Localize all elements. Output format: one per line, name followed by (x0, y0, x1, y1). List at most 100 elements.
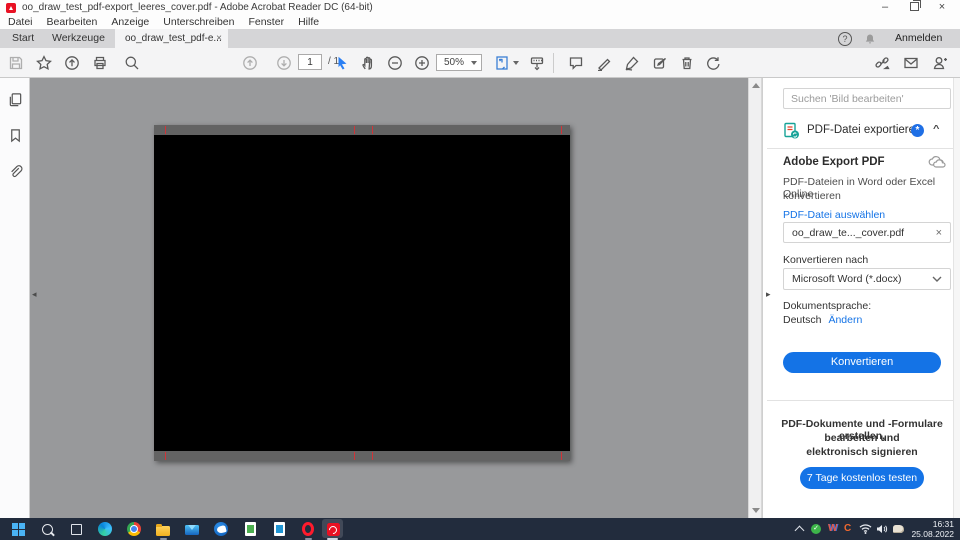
panel-scrollbar[interactable] (953, 78, 960, 518)
convert-button[interactable]: Konvertieren (783, 352, 941, 373)
menu-bearbeiten[interactable]: Bearbeiten (47, 16, 98, 28)
tray-c-app-icon[interactable]: C (844, 523, 851, 534)
edge-icon[interactable] (97, 521, 113, 537)
format-select[interactable]: Microsoft Word (*.docx) (783, 268, 951, 290)
windows-taskbar: ✓ W C 16:31 25.08.2022 (0, 518, 960, 540)
menu-hilfe[interactable]: Hilfe (298, 16, 319, 28)
zoom-in-icon[interactable] (412, 53, 432, 73)
help-icon[interactable]: ? (838, 32, 852, 46)
email-icon[interactable] (901, 53, 921, 73)
acrobat-taskbar-icon[interactable] (325, 521, 341, 537)
tab-werkzeuge[interactable]: Werkzeuge (52, 29, 105, 48)
acrobat-app-icon (6, 3, 16, 13)
scrolling-mode-icon[interactable] (527, 53, 547, 73)
page-top-margin (154, 125, 570, 135)
window-title: oo_draw_test_pdf-export_leeres_cover.pdf… (22, 2, 373, 13)
hand-tool-icon[interactable] (358, 53, 378, 73)
crop-mark (354, 452, 355, 460)
tray-expand-icon[interactable] (795, 526, 805, 536)
collapse-left-pane-icon[interactable]: ◂ (32, 290, 37, 299)
zoom-out-icon[interactable] (385, 53, 405, 73)
wifi-icon[interactable] (859, 524, 872, 537)
volume-icon[interactable] (876, 524, 888, 537)
rotate-pages-icon[interactable] (703, 53, 723, 73)
format-select-value: Microsoft Word (*.docx) (792, 273, 932, 285)
crop-mark (165, 126, 166, 134)
taskbar-clock[interactable]: 16:31 25.08.2022 (902, 520, 954, 539)
libreoffice-calc-icon[interactable] (242, 521, 258, 537)
tab-close-icon[interactable]: × (216, 29, 222, 48)
selected-file-name: oo_draw_te..._cover.pdf (792, 227, 936, 239)
page-fit-caret-icon[interactable] (513, 61, 519, 65)
crop-mark (372, 452, 373, 460)
menu-unterschreiben[interactable]: Unterschreiben (163, 16, 234, 28)
bookmarks-icon[interactable] (6, 126, 24, 144)
zoom-level-value: 50% (437, 57, 471, 68)
libreoffice-writer-icon[interactable] (271, 521, 287, 537)
minimize-button[interactable]: – (875, 0, 895, 15)
share-person-icon[interactable] (930, 53, 950, 73)
page-number-input[interactable] (298, 54, 322, 70)
print-icon[interactable] (90, 53, 110, 73)
convert-to-label: Konvertieren nach (783, 254, 868, 266)
task-view-icon[interactable] (68, 521, 84, 537)
star-icon[interactable] (34, 53, 54, 73)
export-pdf-icon (783, 122, 800, 142)
pdf-page[interactable] (154, 125, 570, 461)
save-icon[interactable] (6, 53, 26, 73)
menu-anzeige[interactable]: Anzeige (111, 16, 149, 28)
selected-file-field[interactable]: oo_draw_te..._cover.pdf × (783, 222, 951, 243)
panel-divider (767, 400, 957, 401)
notifications-bell-icon[interactable] (864, 33, 876, 48)
previous-page-icon[interactable] (240, 53, 260, 73)
tab-document[interactable]: oo_draw_test_pdf-e... × (115, 29, 228, 48)
tab-start[interactable]: Start (12, 29, 34, 48)
crop-mark (372, 126, 373, 134)
zoom-level-dropdown[interactable]: 50% (436, 54, 482, 71)
crop-mark (165, 452, 166, 460)
collapse-right-pane-icon[interactable]: ▸ (766, 290, 771, 299)
comment-icon[interactable] (566, 53, 586, 73)
promo-line2: bearbeiten und (763, 432, 960, 444)
share-upload-icon[interactable] (62, 53, 82, 73)
tab-bar: Start Werkzeuge oo_draw_test_pdf-e... × … (0, 29, 960, 48)
fill-sign-icon[interactable] (650, 53, 670, 73)
document-scrollbar[interactable] (748, 78, 762, 518)
menu-datei[interactable]: Datei (8, 16, 33, 28)
close-button[interactable]: × (932, 0, 952, 15)
page-fit-icon[interactable] (492, 53, 512, 73)
search-icon[interactable] (122, 53, 142, 73)
crop-mark (561, 452, 562, 460)
tray-update-icon[interactable]: ✓ (811, 524, 821, 534)
start-button-icon[interactable] (10, 521, 26, 537)
next-page-icon[interactable] (274, 53, 294, 73)
tray-w-app-icon[interactable]: W (828, 523, 837, 534)
clear-file-icon[interactable]: × (936, 227, 942, 239)
delete-pages-icon[interactable] (677, 53, 697, 73)
panel-collapse-icon[interactable]: ^ (933, 124, 939, 134)
send-link-icon[interactable] (872, 53, 892, 73)
tools-search-input[interactable] (783, 88, 951, 109)
sign-in-button[interactable]: Anmelden (895, 29, 942, 48)
change-language-link[interactable]: Ändern (828, 314, 862, 326)
scroll-up-icon[interactable] (752, 83, 760, 88)
sign-pen-icon[interactable] (622, 53, 642, 73)
select-pdf-file-link[interactable]: PDF-Datei auswählen (783, 209, 885, 221)
scroll-down-icon[interactable] (752, 508, 760, 513)
export-pdf-header[interactable]: PDF-Datei exportieren * ^ (763, 120, 960, 144)
language-value: Deutsch (783, 314, 822, 326)
restore-button[interactable] (904, 0, 924, 15)
chrome-icon[interactable] (126, 521, 142, 537)
highlight-icon[interactable] (594, 53, 614, 73)
taskbar-search-icon[interactable] (39, 521, 55, 537)
free-trial-button[interactable]: 7 Tage kostenlos testen (800, 467, 924, 489)
file-explorer-icon[interactable] (155, 521, 171, 537)
menu-fenster[interactable]: Fenster (248, 16, 284, 28)
page-thumbnails-icon[interactable] (6, 90, 24, 108)
panel-settings-badge-icon[interactable]: * (911, 124, 924, 137)
opera-icon[interactable] (300, 521, 316, 537)
select-tool-icon[interactable] (332, 53, 352, 73)
mail-icon[interactable] (184, 521, 200, 537)
thunderbird-icon[interactable] (213, 521, 229, 537)
attachments-icon[interactable] (6, 162, 24, 180)
